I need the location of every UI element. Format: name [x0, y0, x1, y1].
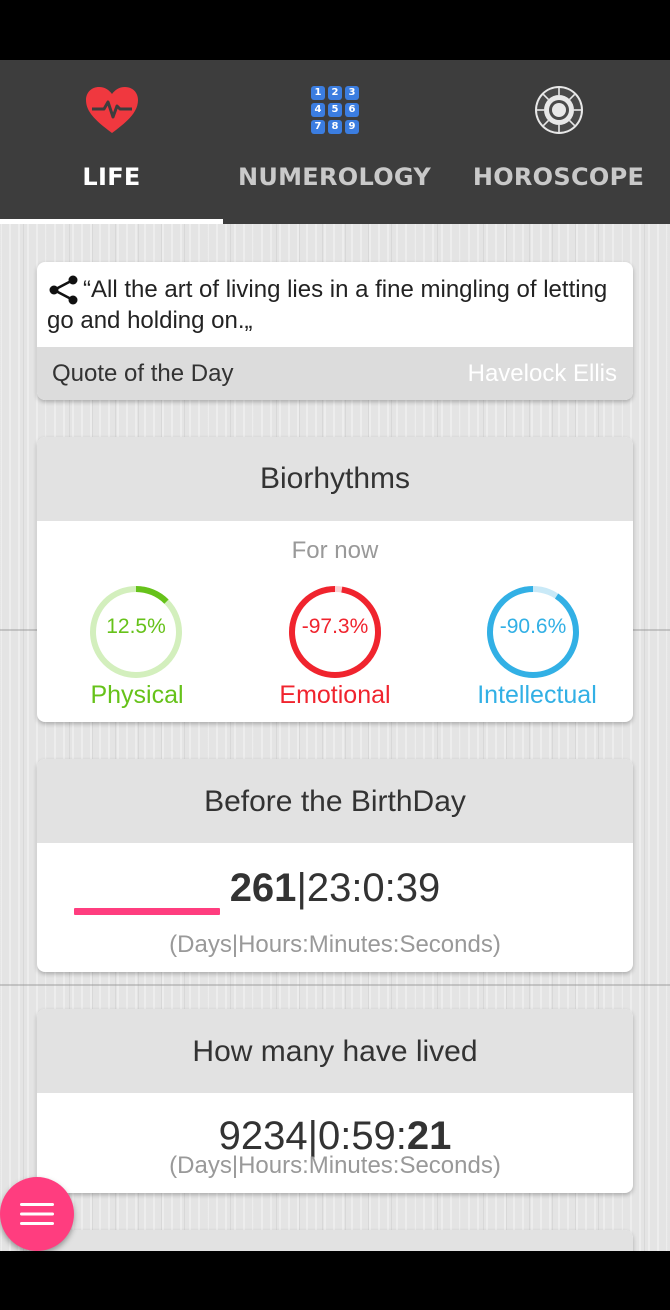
biorhythms-title: Biorhythms [37, 437, 633, 521]
biorhythm-gauge-intellectual: -90.6% [483, 582, 583, 682]
tab-bar: LIFE 123456789 NUMEROLOGY HOROSCOPE [0, 60, 670, 224]
gauge-value: -97.3% [301, 615, 369, 638]
number-grid-cell: 3 [345, 86, 359, 100]
number-grid-cell: 6 [345, 103, 359, 117]
number-grid-cell: 8 [328, 120, 342, 134]
heart-pulse-icon [84, 82, 140, 138]
birthday-countdown-card[interactable]: Before the BirthDay 261|23:0:39 (Days|Ho… [37, 759, 633, 972]
quote-body: “All the art of living lies in a fine mi… [37, 262, 633, 347]
gauge-value: 12.5% [106, 615, 166, 638]
quote-card: “All the art of living lies in a fine mi… [37, 262, 633, 400]
number-grid-cell: 4 [311, 103, 325, 117]
birthday-progress-bar [74, 908, 220, 915]
share-icon[interactable] [48, 275, 80, 305]
quote-text: “All the art of living lies in a fine mi… [47, 276, 608, 334]
birthday-title: Before the BirthDay [37, 759, 633, 843]
birthday-counter: 261|23:0:39 [37, 866, 633, 911]
tab-life-label: LIFE [82, 163, 141, 191]
quote-author: Havelock Ellis [467, 360, 617, 387]
biorhythms-card[interactable]: Biorhythms For now 12.5% Physical -97.3% Em… [37, 437, 633, 722]
number-grid-cell: 7 [311, 120, 325, 134]
tab-horoscope-label: HOROSCOPE [472, 163, 645, 191]
navigation-bar [0, 1251, 670, 1310]
tab-life[interactable]: LIFE [0, 60, 223, 224]
birthday-units: (Days|Hours:Minutes:Seconds) [169, 931, 501, 958]
birthday-days: 261 [229, 866, 297, 910]
biorhythm-gauge-physical: 12.5% [86, 582, 186, 682]
status-bar [0, 0, 670, 60]
tab-numerology[interactable]: 123 456 789 NUMEROLOGY [223, 60, 446, 224]
menu-fab-button[interactable] [0, 1177, 74, 1251]
life-content[interactable]: “All the art of living lies in a fine mi… [0, 224, 670, 1251]
gauge-value: -90.6% [499, 615, 567, 638]
number-grid-cell: 5 [328, 103, 342, 117]
biorhythm-gauge-emotional: -97.3% [285, 582, 385, 682]
birthday-time: |23:0:39 [296, 866, 441, 910]
gauge-label: Emotional [279, 681, 391, 709]
lived-title: How many have lived [37, 1009, 633, 1093]
number-grid-cell: 1 [311, 86, 325, 100]
biorhythms-subtitle: For now [291, 537, 379, 564]
next-card[interactable] [37, 1230, 633, 1251]
tab-horoscope[interactable]: HOROSCOPE [447, 60, 670, 224]
quote-footer: Quote of the Day Havelock Ellis [37, 347, 633, 400]
tab-numerology-label: NUMEROLOGY [237, 163, 432, 191]
menu-icon [20, 1203, 54, 1225]
next-card-header [37, 1230, 633, 1251]
lived-counter-card[interactable]: How many have lived 9234|0:59:21 (Days|H… [37, 1009, 633, 1193]
zodiac-wheel-icon [531, 82, 587, 138]
gauge-label: Intellectual [477, 681, 597, 709]
number-grid-cell: 9 [345, 120, 359, 134]
lived-units: (Days|Hours:Minutes:Seconds) [169, 1152, 501, 1179]
gauge-label: Physical [90, 681, 184, 709]
quote-caption: Quote of the Day [52, 360, 234, 387]
number-grid-icon: 123 456 789 [307, 82, 363, 138]
number-grid-cell: 2 [328, 86, 342, 100]
plank-divider [0, 984, 670, 986]
